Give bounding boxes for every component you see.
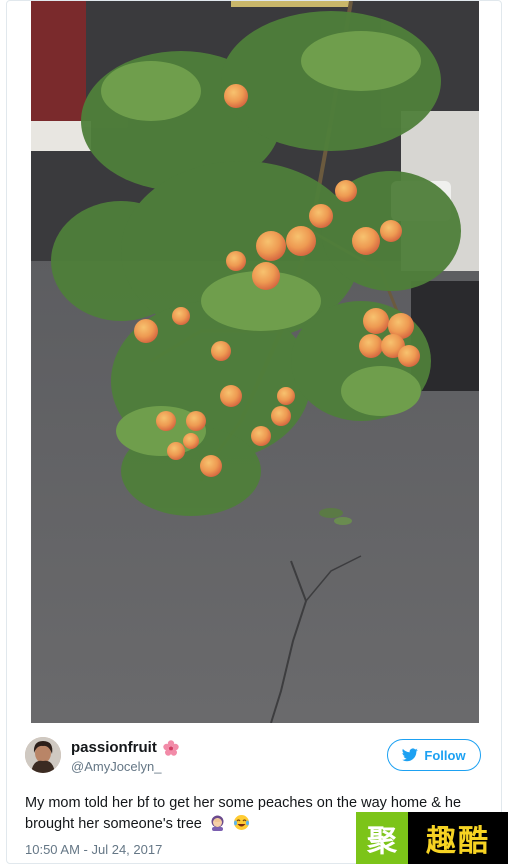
tweet-timestamp[interactable]: 10:50 AM - Jul 24, 2017 bbox=[25, 842, 162, 857]
woman-facepalming-icon bbox=[209, 814, 226, 831]
follow-label: Follow bbox=[424, 747, 466, 763]
watermark-right: 趣酷 bbox=[408, 812, 508, 864]
watermark-left: 聚 bbox=[356, 812, 408, 864]
tweet-card: passionfruit @AmyJocelyn_ Follow My mom … bbox=[6, 0, 502, 864]
watermark-logo: 聚 趣酷 bbox=[356, 812, 508, 864]
avatar[interactable] bbox=[25, 737, 61, 773]
user-handle[interactable]: @AmyJocelyn_ bbox=[71, 759, 179, 774]
tweet-author: passionfruit @AmyJocelyn_ Follow bbox=[25, 737, 485, 781]
hibiscus-flower-icon bbox=[163, 739, 179, 756]
display-name[interactable]: passionfruit bbox=[71, 739, 157, 756]
tweet-photo[interactable] bbox=[31, 1, 479, 723]
follow-button[interactable]: Follow bbox=[387, 739, 481, 771]
peach-tree-photo bbox=[31, 1, 479, 723]
display-name-row: passionfruit bbox=[71, 739, 179, 756]
face-with-tears-of-joy-icon bbox=[233, 814, 250, 831]
twitter-bird-icon bbox=[402, 748, 419, 762]
author-names: passionfruit @AmyJocelyn_ bbox=[71, 739, 179, 774]
avatar-image bbox=[25, 737, 61, 773]
